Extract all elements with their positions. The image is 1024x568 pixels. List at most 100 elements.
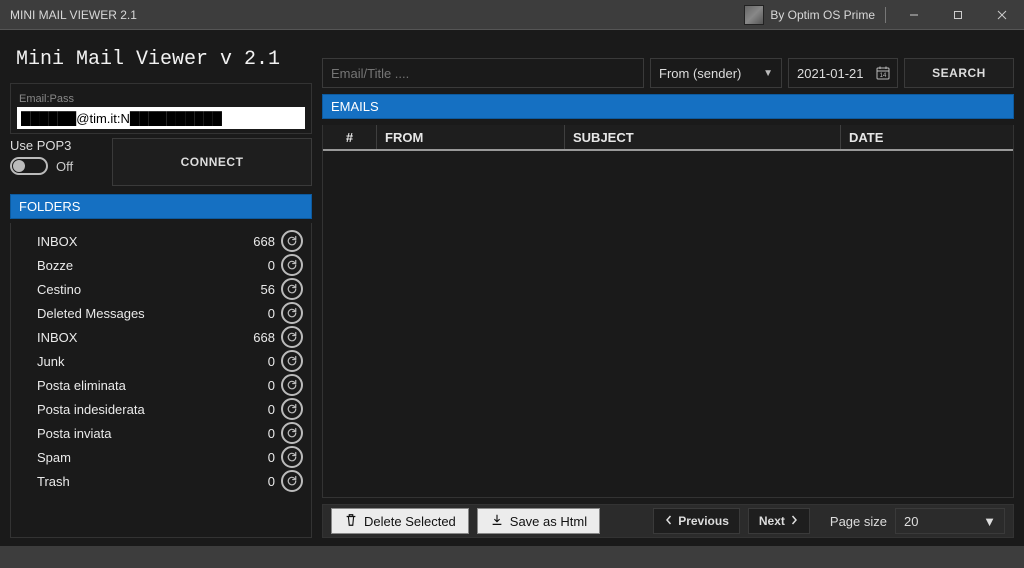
folder-count: 668 [237, 234, 281, 249]
status-strip [0, 546, 1024, 568]
refresh-icon[interactable] [281, 302, 303, 324]
search-button[interactable]: SEARCH [904, 58, 1014, 88]
refresh-icon[interactable] [281, 398, 303, 420]
page-size-value: 20 [904, 514, 918, 529]
save-html-button[interactable]: Save as Html [477, 508, 600, 534]
folder-name: INBOX [37, 234, 237, 249]
refresh-icon[interactable] [281, 422, 303, 444]
emails-grid: # FROM SUBJECT DATE [322, 125, 1014, 498]
col-from[interactable]: FROM [377, 125, 565, 149]
next-button[interactable]: Next [748, 508, 810, 534]
author-avatar [744, 5, 764, 25]
download-icon [490, 513, 504, 530]
previous-label: Previous [678, 514, 729, 528]
trash-icon [344, 513, 358, 530]
delete-selected-button[interactable]: Delete Selected [331, 508, 469, 534]
folder-row[interactable]: Bozze0 [15, 253, 307, 277]
refresh-icon[interactable] [281, 326, 303, 348]
search-input[interactable] [322, 58, 644, 88]
folder-row[interactable]: INBOX668 [15, 325, 307, 349]
col-subject[interactable]: SUBJECT [565, 125, 841, 149]
folder-name: Posta inviata [37, 426, 237, 441]
chevron-down-icon: ▼ [983, 514, 996, 529]
folder-row[interactable]: Posta inviata0 [15, 421, 307, 445]
folder-name: Cestino [37, 282, 237, 297]
refresh-icon[interactable] [281, 350, 303, 372]
page-size-label: Page size [830, 514, 887, 529]
app-heading: Mini Mail Viewer v 2.1 [10, 38, 312, 79]
folder-name: Junk [37, 354, 237, 369]
folder-count: 0 [237, 474, 281, 489]
folder-list: INBOX668Bozze0Cestino56Deleted Messages0… [10, 223, 312, 538]
folder-name: Posta indesiderata [37, 402, 237, 417]
folder-count: 0 [237, 354, 281, 369]
search-mode-value: From (sender) [659, 66, 741, 81]
folders-header: FOLDERS [10, 194, 312, 219]
folder-count: 0 [237, 378, 281, 393]
search-date-field[interactable]: 2021-01-21 14 [788, 58, 898, 88]
credentials-fieldset: Email:Pass [10, 83, 312, 134]
chevron-left-icon [664, 514, 674, 528]
folder-name: Deleted Messages [37, 306, 237, 321]
pop3-label: Use POP3 [10, 138, 106, 153]
folder-name: Posta eliminata [37, 378, 237, 393]
emails-header: EMAILS [322, 94, 1014, 119]
folder-count: 0 [237, 306, 281, 321]
credentials-legend: Email:Pass [17, 93, 76, 105]
close-button[interactable] [980, 0, 1024, 30]
refresh-icon[interactable] [281, 374, 303, 396]
pop3-group: Use POP3 Off [10, 138, 106, 186]
search-mode-dropdown[interactable]: From (sender) ▼ [650, 58, 782, 88]
refresh-icon[interactable] [281, 446, 303, 468]
folder-row[interactable]: Spam0 [15, 445, 307, 469]
page-size-select[interactable]: 20 ▼ [895, 508, 1005, 534]
credentials-input[interactable] [17, 107, 305, 129]
pop3-toggle[interactable] [10, 157, 48, 175]
folder-count: 56 [237, 282, 281, 297]
folder-count: 0 [237, 426, 281, 441]
refresh-icon[interactable] [281, 470, 303, 492]
folder-count: 0 [237, 450, 281, 465]
svg-text:14: 14 [880, 73, 887, 79]
right-panel: From (sender) ▼ 2021-01-21 14 SEARCH EMA… [320, 30, 1024, 546]
chevron-right-icon [789, 514, 799, 528]
folder-row[interactable]: Cestino56 [15, 277, 307, 301]
previous-button[interactable]: Previous [653, 508, 740, 534]
connect-button[interactable]: CONNECT [112, 138, 312, 186]
folder-name: INBOX [37, 330, 237, 345]
author-text: By Optim OS Prime [770, 8, 875, 22]
calendar-icon: 14 [875, 65, 891, 81]
folder-count: 0 [237, 402, 281, 417]
search-date-value: 2021-01-21 [797, 66, 864, 81]
folder-row[interactable]: Deleted Messages0 [15, 301, 307, 325]
left-panel: Mini Mail Viewer v 2.1 Email:Pass Use PO… [0, 30, 320, 546]
folder-count: 668 [237, 330, 281, 345]
grid-footer: Delete Selected Save as Html Previous Ne… [322, 504, 1014, 538]
folder-row[interactable]: Posta eliminata0 [15, 373, 307, 397]
refresh-icon[interactable] [281, 278, 303, 300]
folder-name: Trash [37, 474, 237, 489]
window-title: MINI MAIL VIEWER 2.1 [10, 8, 137, 22]
folder-row[interactable]: Posta indesiderata0 [15, 397, 307, 421]
author-badge: By Optim OS Prime [744, 5, 875, 25]
save-html-label: Save as Html [510, 514, 587, 529]
column-headers: # FROM SUBJECT DATE [323, 125, 1013, 151]
delete-selected-label: Delete Selected [364, 514, 456, 529]
chevron-down-icon: ▼ [763, 68, 773, 79]
col-date[interactable]: DATE [841, 125, 1013, 149]
minimize-button[interactable] [892, 0, 936, 30]
refresh-icon[interactable] [281, 230, 303, 252]
folder-row[interactable]: Junk0 [15, 349, 307, 373]
folder-row[interactable]: Trash0 [15, 469, 307, 493]
titlebar: MINI MAIL VIEWER 2.1 By Optim OS Prime [0, 0, 1024, 30]
folder-name: Bozze [37, 258, 237, 273]
pop3-state: Off [56, 159, 73, 174]
folder-row[interactable]: INBOX668 [15, 229, 307, 253]
maximize-button[interactable] [936, 0, 980, 30]
next-label: Next [759, 514, 785, 528]
folder-name: Spam [37, 450, 237, 465]
refresh-icon[interactable] [281, 254, 303, 276]
col-number[interactable]: # [323, 125, 377, 149]
grid-body [323, 151, 1013, 497]
folder-count: 0 [237, 258, 281, 273]
